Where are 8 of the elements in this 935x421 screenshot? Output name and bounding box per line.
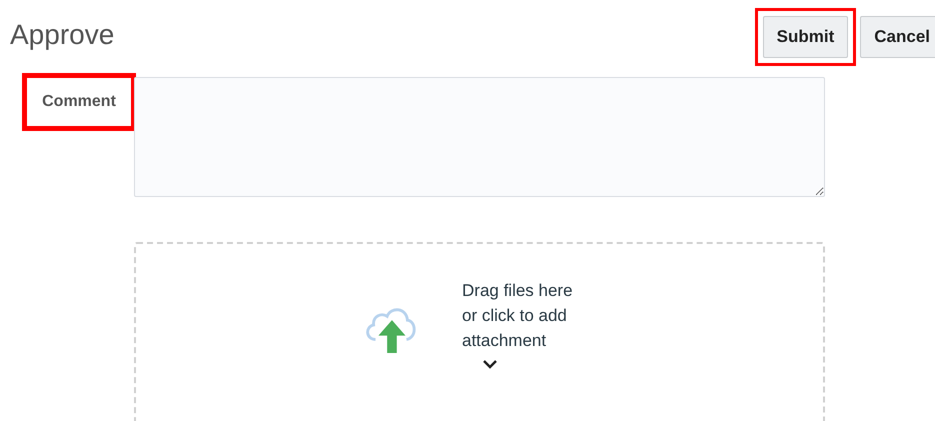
drop-instructions: Drag files here or click to add attachment (462, 280, 574, 352)
chevron-down-icon[interactable] (482, 359, 498, 369)
action-button[interactable]: Submit (762, 16, 848, 58)
action-button[interactable]: Cancel (860, 16, 935, 58)
comment-field[interactable] (134, 77, 825, 197)
field-label: Comment (42, 93, 116, 111)
drop-zone[interactable]: Drag files here or click to add attachment (134, 242, 825, 421)
page-title: Approve (10, 19, 114, 51)
